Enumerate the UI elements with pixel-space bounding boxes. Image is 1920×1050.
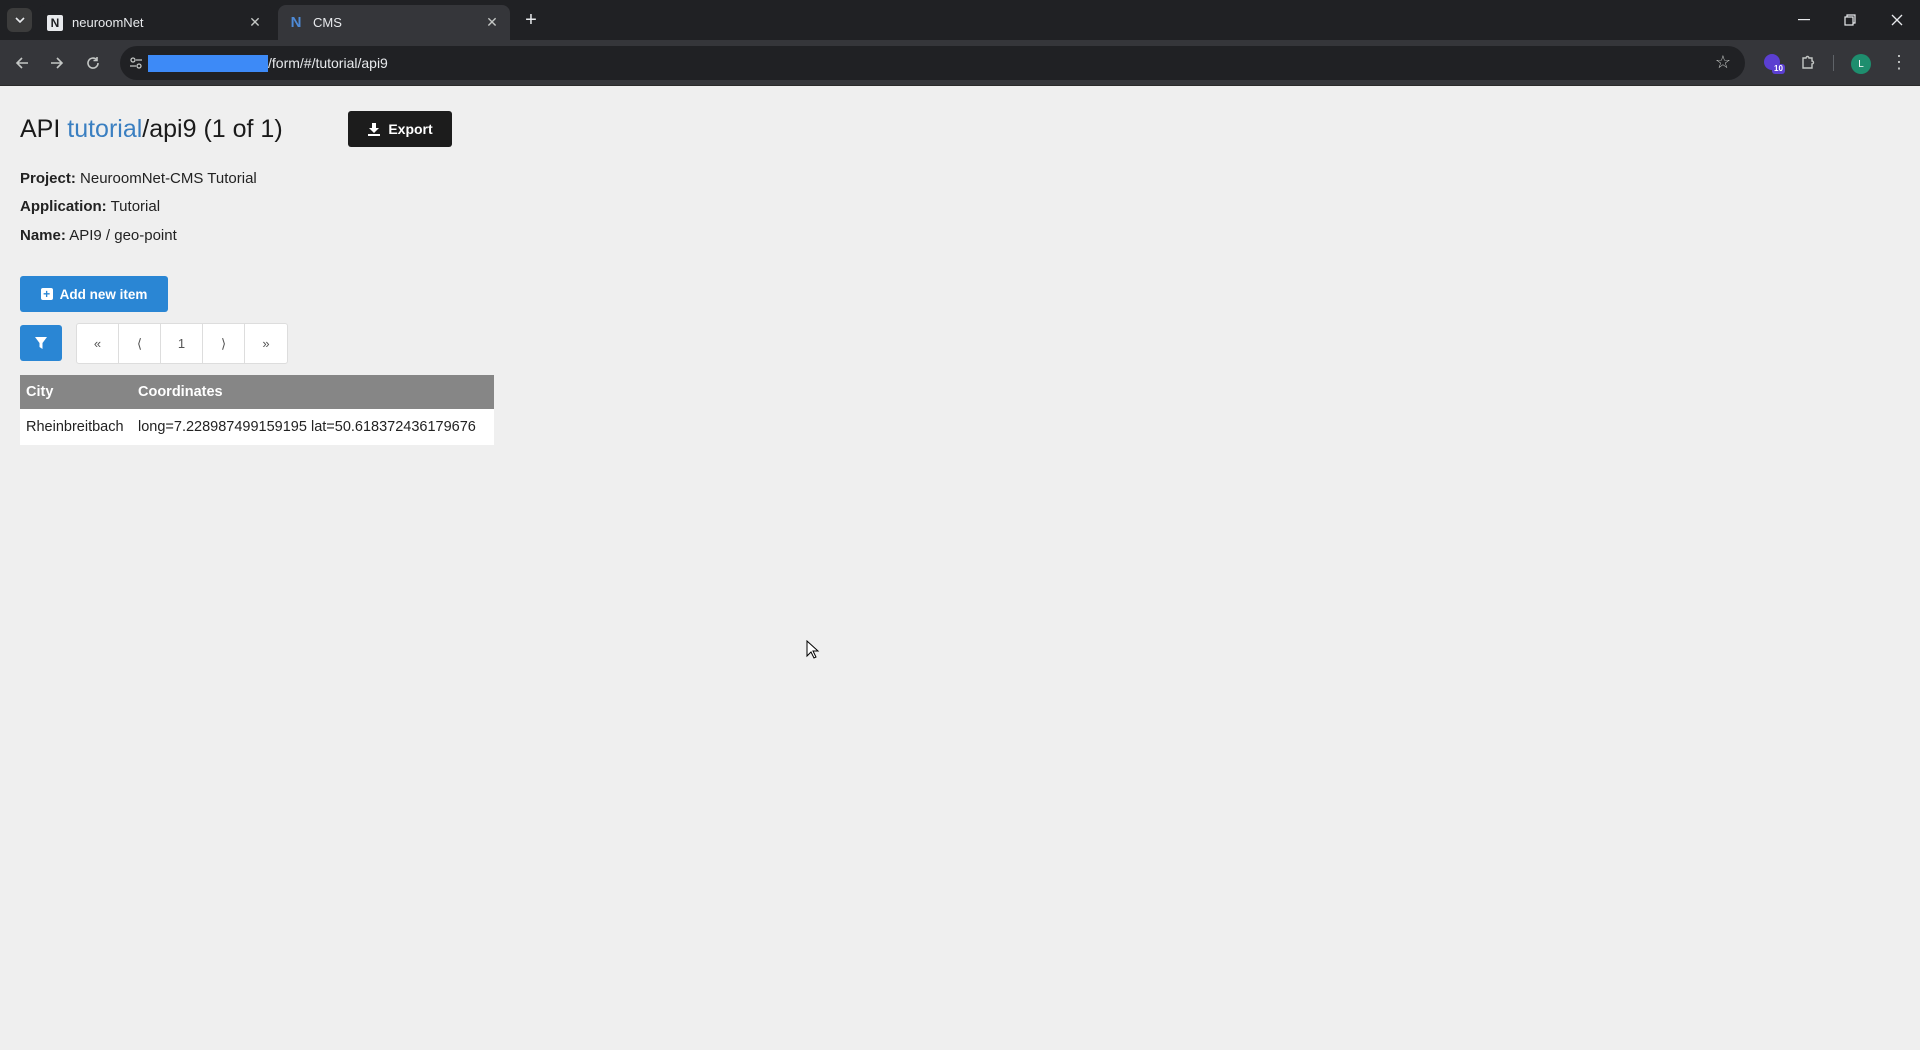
new-tab-button[interactable]: + (520, 9, 542, 31)
prev-page-button[interactable]: ⟨ (119, 324, 161, 363)
page-title: API tutorial/api9 (1 of 1) (20, 113, 283, 145)
reload-button[interactable] (81, 51, 105, 75)
url-host-redacted (148, 55, 268, 72)
next-page-button[interactable]: ⟩ (203, 324, 245, 363)
extensions-puzzle-icon[interactable] (1797, 51, 1819, 73)
export-button[interactable]: Export (348, 111, 452, 147)
tab-title: neuroomNet (72, 15, 144, 30)
close-tab-icon[interactable]: ✕ (484, 14, 500, 31)
title-suffix: /api9 (1 of 1) (142, 115, 283, 143)
table-header-row: City Coordinates (20, 375, 494, 409)
title-prefix: API (20, 115, 68, 143)
pagination: « ⟨ 1 ⟩ » (76, 323, 288, 364)
column-header-city[interactable]: City (20, 375, 132, 409)
tab-neuroomnet[interactable]: N neuroomNet ✕ (37, 5, 273, 40)
minimize-icon (1798, 19, 1810, 21)
extension-icon[interactable]: 10 (1764, 52, 1786, 74)
last-page-button[interactable]: » (245, 324, 287, 363)
restore-window-button[interactable] (1835, 7, 1865, 33)
cell-coordinates[interactable]: long=7.228987499159195 lat=50.6183724361… (132, 409, 494, 445)
export-label: Export (388, 121, 433, 137)
current-page[interactable]: 1 (161, 324, 203, 363)
url-path: /form/#/tutorial/api9 (268, 55, 388, 71)
neuroomnet-favicon-icon: N (47, 14, 63, 31)
name-label: Name: (20, 227, 66, 244)
name-value: API9 / geo-point (69, 227, 177, 244)
add-new-item-button[interactable]: + Add new item (20, 276, 168, 312)
kebab-menu-icon[interactable]: ⋮ (1888, 51, 1910, 73)
bookmark-star-icon[interactable]: ☆ (1712, 51, 1734, 73)
mouse-cursor-icon (806, 640, 820, 659)
profile-avatar[interactable]: L (1851, 54, 1871, 74)
tutorial-link[interactable]: tutorial (67, 115, 142, 143)
toolbar-separator (1833, 55, 1834, 71)
tab-search-button[interactable] (7, 8, 32, 32)
application-value: Tutorial (110, 198, 161, 215)
extension-badge-count: 10 (1772, 64, 1785, 74)
close-tab-icon[interactable]: ✕ (247, 14, 263, 31)
tab-title: CMS (313, 15, 342, 30)
cms-favicon-icon: N (290, 14, 302, 31)
items-table: City Coordinates Rheinbreitbach long=7.2… (20, 375, 494, 445)
project-label: Project: (20, 170, 76, 187)
project-value: NeuroomNet-CMS Tutorial (80, 170, 257, 187)
browser-toolbar: /form/#/tutorial/api9 (0, 40, 1920, 86)
arrow-right-icon (51, 57, 64, 69)
close-icon (1891, 14, 1903, 26)
filter-button[interactable] (20, 325, 62, 361)
close-window-button[interactable] (1882, 7, 1912, 33)
column-header-coordinates[interactable]: Coordinates (132, 375, 494, 409)
browser-tab-bar: N neuroomNet ✕ N CMS ✕ + (0, 0, 1920, 40)
add-label: Add new item (59, 286, 148, 302)
tab-cms[interactable]: N CMS ✕ (278, 5, 510, 40)
filter-icon (35, 337, 47, 349)
application-info: Application: Tutorial (20, 197, 160, 217)
reload-icon (87, 57, 99, 69)
forward-button[interactable] (45, 51, 69, 75)
table-row[interactable]: Rheinbreitbach long=7.228987499159195 la… (20, 409, 494, 445)
back-button[interactable] (10, 51, 34, 75)
cell-city[interactable]: Rheinbreitbach (20, 409, 132, 445)
site-info-icon[interactable] (128, 55, 144, 71)
address-bar[interactable]: /form/#/tutorial/api9 (120, 46, 1745, 80)
restore-icon (1844, 14, 1856, 26)
project-info: Project: NeuroomNet-CMS Tutorial (20, 169, 257, 189)
application-label: Application: (20, 198, 107, 215)
plus-square-icon: + (40, 288, 53, 300)
first-page-button[interactable]: « (77, 324, 119, 363)
name-info: Name: API9 / geo-point (20, 226, 177, 246)
chevron-down-icon (14, 17, 25, 23)
minimize-window-button[interactable] (1789, 7, 1819, 33)
arrow-left-icon (15, 57, 28, 69)
download-icon (368, 123, 381, 136)
